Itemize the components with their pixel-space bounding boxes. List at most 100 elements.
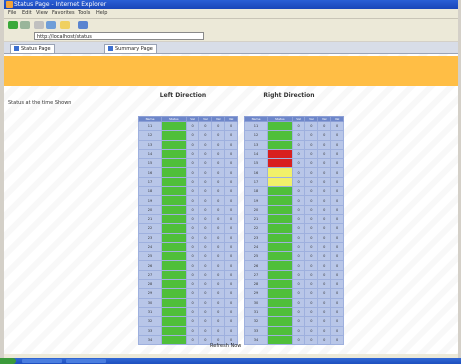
table-cell: 0 [304,120,319,132]
status-cell [267,269,293,281]
search-icon[interactable] [78,21,88,29]
table-cell: 0 [224,130,238,141]
table-cell: 16 [244,167,268,178]
table-cell: 0 [224,186,238,197]
table-cell: 0 [330,176,344,188]
table-row: 22 0 0 0 0 [138,223,238,234]
home-icon[interactable] [60,21,70,29]
table-row: 14 0 0 0 0 [138,148,238,160]
table-cell: 0 [330,279,344,290]
status-cell [267,223,293,234]
table-cell: 0 [304,213,319,225]
table-cell: 0 [185,148,200,160]
table-cell: 0 [291,288,306,299]
table-cell: 0 [330,334,344,346]
table-cell: 0 [317,120,332,132]
start-button[interactable] [0,358,16,364]
back-icon[interactable] [8,21,18,29]
table-cell: 0 [317,204,332,215]
address-input[interactable]: http://localhost/status [34,32,204,40]
table-cell: 0 [211,316,226,327]
table-cell: 0 [198,130,213,141]
table-cell: 0 [211,251,226,262]
status-cell [161,241,187,253]
status-cell [267,334,293,346]
stop-icon[interactable] [34,21,44,29]
table-row: 22 0 0 0 0 [244,223,344,234]
table-cell: 0 [291,130,306,141]
tab-summary[interactable]: Summary Page [104,44,157,53]
refresh-icon[interactable] [46,21,56,29]
tab-status[interactable]: Status Page [10,44,55,53]
table-cell: 27 [138,269,162,281]
status-cell [267,148,293,160]
table-cell: 0 [198,223,213,234]
table-cell: 0 [211,167,226,178]
taskbar-item[interactable] [22,359,62,363]
table-cell: 0 [224,325,238,336]
table-row: 33 0 0 0 0 [244,325,344,336]
refresh-link[interactable]: Refresh Now [210,343,241,349]
menu-tools[interactable]: Tools [78,10,90,17]
table-row: 28 0 0 0 0 [244,279,344,290]
table-cell: 0 [330,158,344,169]
table-row: 25 0 0 0 0 [138,251,238,262]
table-cell: 0 [291,148,306,160]
table-cell: 0 [291,325,306,336]
table-cell: 0 [291,186,306,197]
table-cell: 34 [244,334,268,346]
table-row: 21 0 0 0 0 [244,213,344,225]
status-cell [161,139,187,150]
table-cell: 0 [317,260,332,271]
menu-favorites[interactable]: Favorites [52,10,75,17]
forward-icon[interactable] [20,21,30,29]
table-cell: 34 [138,334,162,346]
table-cell: 0 [304,130,319,141]
status-cell [267,186,293,197]
table-cell: 0 [198,139,213,150]
table-cell: 0 [291,306,306,318]
table-cell: 28 [244,279,268,290]
table-cell: 0 [224,213,238,225]
table-cell: 0 [330,260,344,271]
table-cell: 0 [330,316,344,327]
table-cell: 13 [138,139,162,150]
table-cell: 0 [317,232,332,243]
table-cell: 0 [198,269,213,281]
table-cell: 0 [291,120,306,132]
table-cell: 30 [138,297,162,308]
table-cell: 0 [198,279,213,290]
table-cell: 0 [291,213,306,225]
table-cell: 23 [244,232,268,243]
table-cell: 0 [185,316,200,327]
table-cell: 0 [198,241,213,253]
table-cell: 25 [244,251,268,262]
table-row: 32 0 0 0 0 [244,316,344,327]
table-cell: 0 [185,176,200,188]
page-icon [14,46,19,51]
table-cell: 0 [224,260,238,271]
table-cell: 0 [317,213,332,225]
menu-file[interactable]: File [8,10,16,17]
table-cell: 0 [198,120,213,132]
table-cell: 0 [198,186,213,197]
menu-help[interactable]: Help [96,10,107,17]
table-row: 17 0 0 0 0 [138,176,238,188]
table-cell: 0 [198,288,213,299]
status-cell [267,167,293,178]
table-cell: 0 [317,297,332,308]
status-cell [267,232,293,243]
table-row: 18 0 0 0 0 [138,186,238,197]
table-cell: 0 [291,195,306,206]
menu-edit[interactable]: Edit [22,10,32,17]
taskbar-item[interactable] [66,359,106,363]
table-cell: 0 [304,269,319,281]
table-cell: 0 [291,223,306,234]
menu-view[interactable]: View [36,10,48,17]
table-cell: 0 [211,232,226,243]
table-cell: 0 [211,306,226,318]
table-cell: 0 [304,334,319,346]
title-bar: Status Page - Internet Explorer [4,0,458,9]
table-cell: 0 [330,269,344,281]
table-cell: 0 [330,241,344,253]
